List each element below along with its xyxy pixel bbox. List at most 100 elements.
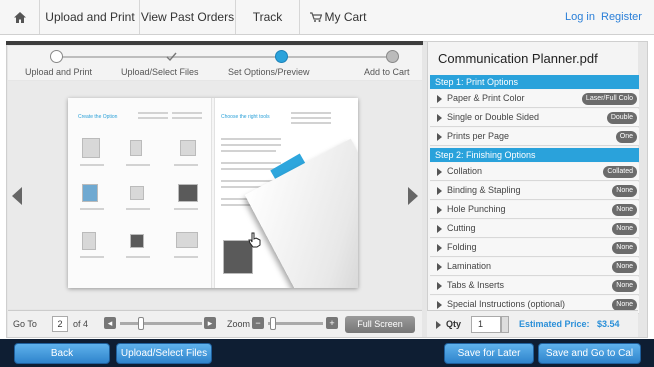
save-for-later-button[interactable]: Save for Later <box>444 343 534 364</box>
nav-my-cart-label: My Cart <box>324 10 367 24</box>
zoom-slider-knob[interactable] <box>270 317 276 330</box>
page-slider-start-button[interactable]: ◂ <box>104 317 116 329</box>
estimated-price-value: $3.54 <box>597 319 620 329</box>
home-icon <box>13 11 26 23</box>
preview-page-right: Choose the right tools <box>213 98 358 288</box>
zoom-in-button[interactable]: + <box>326 317 338 329</box>
option-value-badge: Collated <box>603 166 637 178</box>
text-line <box>221 144 281 146</box>
section-finishing-options[interactable]: Step 2: Finishing Options <box>430 148 639 162</box>
option-label: Folding <box>447 242 477 252</box>
text-line <box>221 138 281 140</box>
page-number-input[interactable]: 2 <box>52 316 68 332</box>
nav-upload-and-print[interactable]: Upload and Print <box>41 0 140 34</box>
back-button[interactable]: Back <box>14 343 110 364</box>
thumbnail-image <box>130 140 142 156</box>
previous-page-arrow-icon[interactable] <box>12 187 22 205</box>
expand-triangle-icon <box>437 263 442 271</box>
document-filename: Communication Planner.pdf <box>438 51 598 66</box>
login-link[interactable]: Log in <box>565 0 595 34</box>
option-label: Hole Punching <box>447 204 506 214</box>
quantity-input[interactable]: 1 <box>471 316 501 333</box>
option-prints-per-page[interactable]: Prints per Page One <box>430 128 639 146</box>
progress-stepper: Upload and Print Upload/Select Files Set… <box>8 46 422 80</box>
option-cutting[interactable]: Cutting None <box>430 220 639 238</box>
text-line <box>138 112 168 114</box>
option-binding-stapling[interactable]: Binding & Stapling None <box>430 182 639 200</box>
top-navigation: Upload and Print View Past Orders Track … <box>0 0 654 35</box>
step-3-label: Set Options/Preview <box>228 67 310 77</box>
option-label: Lamination <box>447 261 492 271</box>
text-line <box>172 112 202 114</box>
option-value-badge: None <box>612 223 637 235</box>
full-screen-button[interactable]: Full Screen <box>345 316 415 333</box>
step-1-dot <box>50 50 63 63</box>
zoom-slider-track[interactable] <box>268 322 323 325</box>
goto-label: Go To <box>13 319 37 329</box>
text-line <box>126 256 150 258</box>
option-tabs-inserts[interactable]: Tabs & Inserts None <box>430 277 639 295</box>
step-4-label: Add to Cart <box>364 67 410 77</box>
estimated-price-label: Estimated Price: <box>519 319 590 329</box>
option-value-badge: None <box>612 204 637 216</box>
thumbnail-image <box>130 186 144 200</box>
text-line <box>80 256 104 258</box>
expand-triangle-icon <box>437 114 442 122</box>
option-folding[interactable]: Folding None <box>430 239 639 257</box>
hand-cursor-icon <box>248 232 261 248</box>
thumbnail-image <box>82 232 96 250</box>
preview-page-left: Create the Option <box>68 98 213 288</box>
page-slider-end-button[interactable]: ▸ <box>204 317 216 329</box>
expand-triangle-icon <box>437 206 442 214</box>
text-line <box>291 122 331 124</box>
option-label: Tabs & Inserts <box>447 280 505 290</box>
option-single-double-sided[interactable]: Single or Double Sided Double <box>430 109 639 127</box>
quantity-stepper[interactable] <box>501 316 509 333</box>
option-lamination[interactable]: Lamination None <box>430 258 639 276</box>
viewer-toolbar: Go To 2 of 4 ◂ ▸ Zoom − + Full Screen <box>8 310 422 337</box>
option-label: Cutting <box>447 223 476 233</box>
step-4-dot <box>386 50 399 63</box>
option-hole-punching[interactable]: Hole Punching None <box>430 201 639 219</box>
home-button[interactable] <box>0 0 40 34</box>
thumbnail-image <box>180 140 196 156</box>
page-slider-track[interactable] <box>120 322 202 325</box>
option-value-badge: None <box>612 280 637 292</box>
option-value-badge: One <box>615 131 637 143</box>
document-preview: Create the Option Choose the right tools <box>68 98 358 288</box>
book-spine <box>211 98 215 288</box>
nav-my-cart[interactable]: My Cart <box>300 0 376 34</box>
option-label: Single or Double Sided <box>447 112 540 122</box>
zoom-out-button[interactable]: − <box>252 317 264 329</box>
option-collation[interactable]: Collation Collated <box>430 163 639 181</box>
next-page-arrow-icon[interactable] <box>408 187 418 205</box>
qty-label: Qty <box>446 319 462 329</box>
stepper-line <box>60 56 386 58</box>
thumbnail-image <box>130 234 144 248</box>
text-line <box>80 208 104 210</box>
step-3-dot-active <box>275 50 288 63</box>
document-viewer: Create the Option Choose the right tools <box>8 81 422 309</box>
text-line <box>138 117 168 119</box>
page-total: of 4 <box>73 319 89 329</box>
thumbnail-image <box>82 138 100 158</box>
text-line <box>291 112 331 114</box>
option-value-badge: Laser/Full Colo <box>581 93 637 105</box>
nav-view-past-orders[interactable]: View Past Orders <box>140 0 236 34</box>
nav-track[interactable]: Track <box>236 0 300 34</box>
save-and-go-to-cart-button[interactable]: Save and Go to Cal <box>538 343 641 364</box>
section-print-options[interactable]: Step 1: Print Options <box>430 75 639 89</box>
option-value-badge: Double <box>606 112 637 124</box>
expand-triangle-icon <box>437 301 442 309</box>
upload-select-files-button[interactable]: Upload/Select Files <box>116 343 212 364</box>
page-slider-knob[interactable] <box>138 317 144 330</box>
option-paper-print-color[interactable]: Paper & Print Color Laser/Full Colo <box>430 90 639 108</box>
expand-triangle-icon <box>437 282 442 290</box>
text-line <box>291 117 331 119</box>
text-line <box>172 117 202 119</box>
expand-triangle-icon <box>437 244 442 252</box>
thumbnail-image <box>82 184 98 202</box>
quantity-bar: Qty 1 Estimated Price: $3.54 <box>427 310 638 337</box>
register-link[interactable]: Register <box>601 0 642 34</box>
option-label: Paper & Print Color <box>447 93 525 103</box>
